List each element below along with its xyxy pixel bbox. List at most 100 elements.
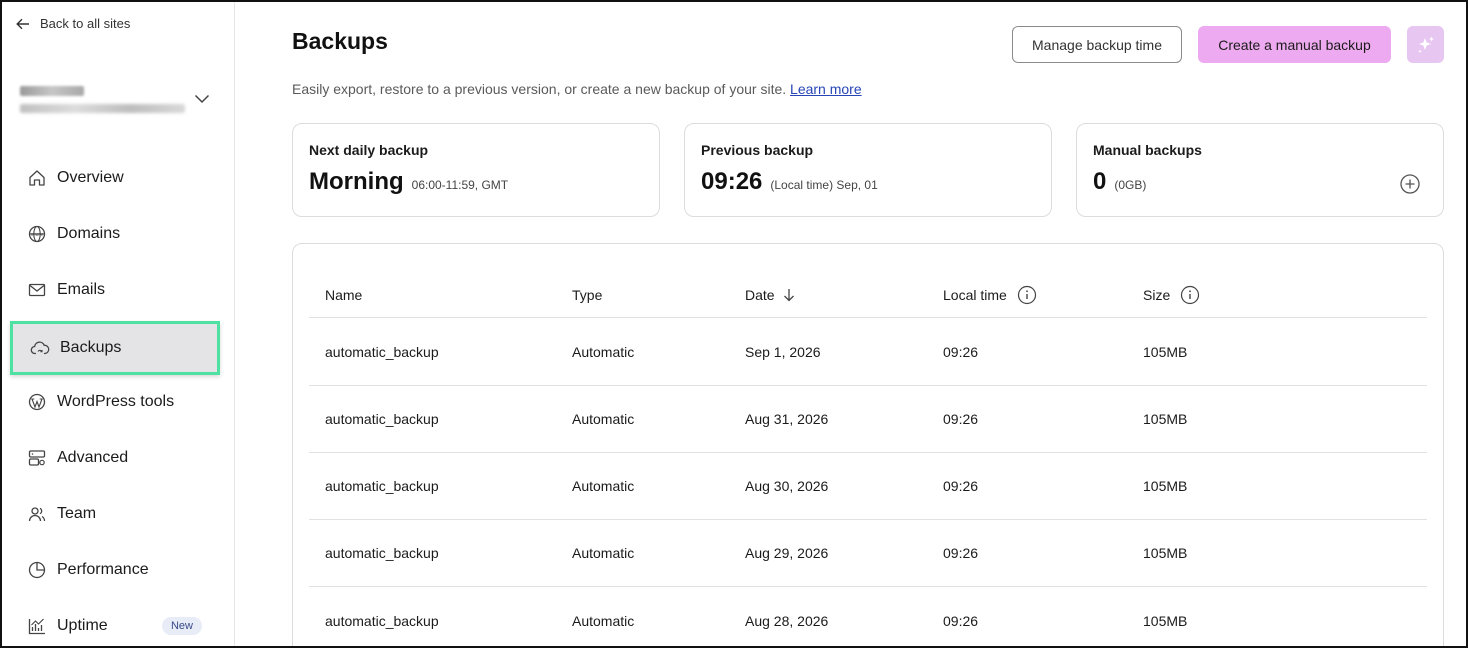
sort-down-icon[interactable]	[783, 288, 795, 302]
cell-type: Automatic	[572, 344, 635, 360]
sparkle-icon	[1417, 36, 1434, 53]
globe-icon: www	[26, 223, 48, 245]
sidebar-item-wordpress-tools[interactable]: WordPress tools	[18, 380, 214, 424]
column-header-label: Date	[745, 286, 775, 303]
page-subtitle: Easily export, restore to a previous ver…	[292, 81, 862, 97]
sidebar-item-emails[interactable]: Emails	[18, 268, 214, 312]
server-icon	[26, 447, 48, 469]
home-icon	[26, 167, 48, 189]
cell-type: Automatic	[572, 545, 635, 561]
next-daily-backup-card: Next daily backup Morning 06:00-11:59, G…	[292, 123, 660, 217]
subtitle-text: Easily export, restore to a previous ver…	[292, 81, 787, 97]
mail-icon	[26, 279, 48, 301]
table-header: Name Type Date Local time Size	[309, 272, 1427, 318]
plus-circle-icon	[1400, 174, 1420, 194]
column-header-type: Type	[572, 286, 603, 303]
sidebar-item-uptime[interactable]: Uptime New	[18, 604, 214, 648]
learn-more-link[interactable]: Learn more	[790, 81, 862, 97]
team-icon	[26, 503, 48, 525]
sidebar-item-advanced[interactable]: Advanced	[18, 436, 214, 480]
sidebar-item-label: WordPress tools	[57, 393, 175, 410]
sidebar-item-overview[interactable]: Overview	[18, 156, 214, 200]
column-header-date[interactable]: Date	[745, 287, 795, 303]
cell-type: Automatic	[572, 478, 635, 494]
back-to-sites-link[interactable]: Back to all sites	[16, 16, 130, 31]
cell-size: 105MB	[1143, 545, 1188, 561]
cell-size: 105MB	[1143, 411, 1188, 427]
card-value: 09:26	[701, 168, 763, 195]
cell-local-time: 09:26	[943, 411, 979, 427]
column-header-local-time: Local time	[943, 285, 1037, 305]
card-detail: (0GB)	[1114, 178, 1147, 192]
column-header-label: Size	[1143, 286, 1171, 303]
cell-name: automatic_backup	[325, 612, 439, 629]
wordpress-icon	[26, 391, 48, 413]
sidebar-item-label: Emails	[57, 281, 106, 298]
cell-size: 105MB	[1143, 344, 1188, 360]
info-icon[interactable]	[1180, 285, 1200, 305]
table-row[interactable]: automatic_backup Automatic Aug 29, 2026 …	[309, 520, 1427, 587]
manual-backups-card: Manual backups 0 (0GB)	[1076, 123, 1444, 217]
cell-name: automatic_backup	[325, 478, 439, 494]
sidebar-item-label: Uptime	[57, 617, 108, 634]
sidebar-item-label: Overview	[57, 169, 124, 186]
table-row[interactable]: automatic_backup Automatic Aug 28, 2026 …	[309, 587, 1427, 648]
sidebar-item-label: Domains	[57, 225, 121, 242]
sidebar-item-label: Advanced	[57, 449, 129, 466]
column-header-size: Size	[1143, 285, 1200, 305]
sidebar-item-backups[interactable]: Backups	[10, 321, 220, 375]
add-manual-backup-button[interactable]	[1399, 173, 1421, 200]
sidebar-item-domains[interactable]: www Domains	[18, 212, 214, 256]
arrow-left-icon	[16, 18, 29, 29]
sidebar-item-label: Performance	[57, 561, 149, 578]
card-label: Manual backups	[1093, 142, 1202, 158]
cell-name: automatic_backup	[325, 545, 439, 561]
table-row[interactable]: automatic_backup Automatic Sep 1, 2026 0…	[309, 319, 1427, 386]
cell-date: Sep 1, 2026	[745, 344, 821, 360]
back-link-label: Back to all sites	[40, 16, 131, 31]
create-manual-backup-button[interactable]: Create a manual backup	[1198, 26, 1391, 63]
chart-icon	[26, 615, 48, 637]
card-value: 0	[1093, 168, 1107, 195]
clock-icon	[26, 559, 48, 581]
info-icon[interactable]	[1017, 285, 1037, 305]
cell-date: Aug 31, 2026	[745, 411, 829, 427]
sidebar-item-label: Team	[57, 505, 97, 522]
card-label: Next daily backup	[309, 142, 429, 158]
cell-date: Aug 28, 2026	[745, 612, 829, 629]
manage-backup-time-button[interactable]: Manage backup time	[1012, 26, 1182, 63]
cell-type: Automatic	[572, 411, 635, 427]
backups-table: Name Type Date Local time Size automatic…	[292, 243, 1444, 648]
cell-name: automatic_backup	[325, 411, 439, 427]
sidebar-item-label: Backups	[60, 339, 122, 356]
cell-size: 105MB	[1143, 478, 1188, 494]
cell-date: Aug 30, 2026	[745, 478, 829, 494]
new-badge: New	[161, 617, 202, 635]
ai-assistant-button[interactable]	[1407, 26, 1444, 63]
cell-local-time: 09:26	[943, 478, 979, 494]
card-detail: (Local time) Sep, 01	[770, 178, 878, 192]
site-name-blurred	[20, 85, 185, 113]
sidebar-item-team[interactable]: Team	[18, 492, 214, 536]
cell-date: Aug 29, 2026	[745, 545, 829, 561]
column-header-name: Name	[325, 286, 363, 303]
cell-local-time: 09:26	[943, 344, 979, 360]
sidebar-item-performance[interactable]: Performance	[18, 548, 214, 592]
table-row[interactable]: automatic_backup Automatic Aug 30, 2026 …	[309, 453, 1427, 520]
cell-local-time: 09:26	[943, 545, 979, 561]
cell-name: automatic_backup	[325, 344, 439, 360]
cloud-icon	[29, 337, 51, 359]
cell-size: 105MB	[1143, 612, 1188, 629]
page-title: Backups	[292, 28, 388, 54]
svg-text:www: www	[31, 232, 43, 238]
card-detail: 06:00-11:59, GMT	[411, 178, 509, 192]
table-row[interactable]: automatic_backup Automatic Aug 31, 2026 …	[309, 386, 1427, 453]
previous-backup-card: Previous backup 09:26 (Local time) Sep, …	[684, 123, 1052, 217]
column-header-label: Local time	[943, 286, 1007, 303]
card-label: Previous backup	[701, 142, 814, 158]
card-value: Morning	[309, 168, 404, 195]
site-switcher[interactable]	[20, 80, 210, 118]
sidebar: Back to all sites Overview www Domains E…	[0, 0, 235, 648]
cell-local-time: 09:26	[943, 612, 979, 629]
cell-type: Automatic	[572, 612, 635, 629]
